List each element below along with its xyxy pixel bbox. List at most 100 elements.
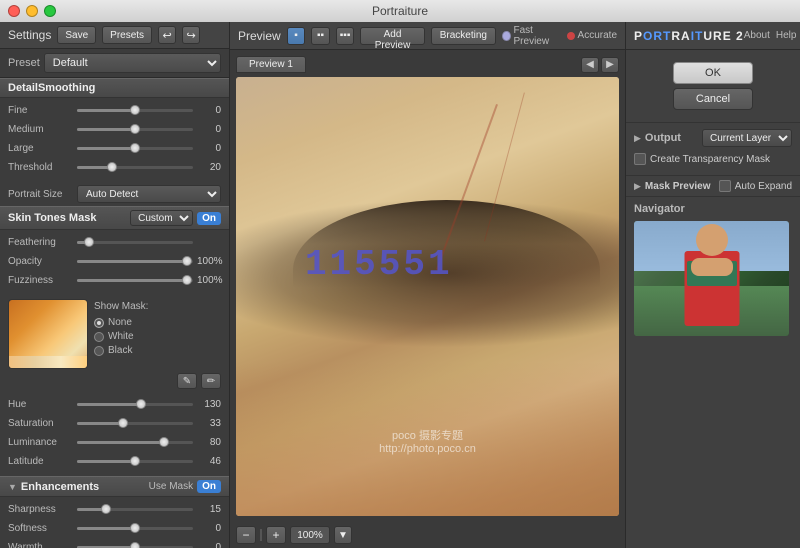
- mask-white-radio[interactable]: White: [94, 331, 148, 342]
- feathering-track[interactable]: [77, 241, 193, 244]
- fast-preview-option[interactable]: Fast Preview: [502, 25, 561, 47]
- watermark: poco 摄影专题 http://photo.poco.cn: [379, 427, 476, 455]
- preset-select[interactable]: Default: [44, 53, 221, 73]
- threshold-value: 20: [197, 162, 221, 173]
- large-track[interactable]: [77, 147, 193, 150]
- hue-track[interactable]: [77, 403, 193, 406]
- zoom-out-button[interactable]: −: [236, 526, 256, 544]
- fine-value: 0: [197, 105, 221, 116]
- latitude-track[interactable]: [77, 460, 193, 463]
- mask-black-radio[interactable]: Black: [94, 345, 148, 356]
- warmth-value: 0: [197, 542, 221, 548]
- single-view-button[interactable]: ▪: [287, 27, 306, 45]
- zoom-in-button[interactable]: +: [266, 526, 286, 544]
- luminance-track[interactable]: [77, 441, 193, 444]
- accurate-option[interactable]: Accurate: [567, 30, 617, 41]
- hue-label: Hue: [8, 399, 73, 410]
- overlay-text: 115551: [305, 244, 453, 285]
- next-arrow[interactable]: ▶: [601, 57, 619, 73]
- opacity-track[interactable]: [77, 260, 193, 263]
- output-label: Output: [645, 132, 698, 144]
- zoom-input[interactable]: [290, 526, 330, 544]
- eyedropper-row: ✎ ✏: [0, 373, 229, 392]
- medium-track[interactable]: [77, 128, 193, 131]
- portrait-size-select[interactable]: Auto Detect: [77, 185, 221, 203]
- hsl-content: Hue 130 Saturation 33 Luminance: [0, 392, 229, 476]
- fuzziness-slider-row: Fuzziness 100%: [8, 272, 221, 288]
- softness-label: Softness: [8, 523, 73, 534]
- preview-bottom: − + ▼: [230, 522, 625, 548]
- detail-smoothing-header: DetailSmoothing: [0, 78, 229, 98]
- fine-label: Fine: [8, 105, 73, 116]
- about-button[interactable]: About: [744, 30, 770, 41]
- enhancements-content: Sharpness 15 Softness 0 Warmth: [0, 497, 229, 548]
- threshold-track[interactable]: [77, 166, 193, 169]
- saturation-track[interactable]: [77, 422, 193, 425]
- skin-tones-preset-select[interactable]: Custom: [130, 210, 193, 226]
- minimize-button[interactable]: [26, 5, 38, 17]
- center-panel: Preview ▪ ▪▪ ▪▪▪ Add Preview Bracketing …: [230, 22, 625, 548]
- fuzziness-label: Fuzziness: [8, 275, 73, 286]
- fast-preview-label: Fast Preview: [514, 25, 561, 47]
- redo-button[interactable]: ↪: [182, 26, 200, 44]
- close-button[interactable]: [8, 5, 20, 17]
- portrait-size-label: Portrait Size: [8, 189, 73, 200]
- eyedropper-minus-button[interactable]: ✏: [201, 373, 221, 389]
- skin-tones-label: Skin Tones Mask: [8, 212, 126, 224]
- prev-arrow[interactable]: ◀: [581, 57, 599, 73]
- multi-view-button[interactable]: ▪▪▪: [336, 27, 355, 45]
- auto-expand-checkbox[interactable]: [719, 180, 731, 192]
- zoom-dropdown[interactable]: ▼: [334, 526, 352, 544]
- preview-tab-1[interactable]: Preview 1: [236, 56, 306, 73]
- accurate-label: Accurate: [578, 30, 617, 41]
- create-transparency-checkbox[interactable]: [634, 153, 646, 165]
- watermark-line2: http://photo.poco.cn: [379, 443, 476, 455]
- undo-button[interactable]: ↩: [158, 26, 176, 44]
- accurate-dot: [567, 32, 575, 40]
- maximize-button[interactable]: [44, 5, 56, 17]
- medium-label: Medium: [8, 124, 73, 135]
- main-layout: Settings Save Presets ↩ ↪ Preset Default…: [0, 22, 800, 548]
- right-panel: PORTRAITURE 2 About Help OK Cancel ▶ Out…: [625, 22, 800, 548]
- output-select[interactable]: Current Layer: [702, 129, 792, 147]
- color-swatch[interactable]: [8, 299, 88, 369]
- latitude-label: Latitude: [8, 456, 73, 467]
- luminance-slider-row: Luminance 80: [8, 434, 221, 450]
- softness-track[interactable]: [77, 527, 193, 530]
- hue-value: 130: [197, 399, 221, 410]
- fuzziness-track[interactable]: [77, 279, 193, 282]
- bracketing-button[interactable]: Bracketing: [431, 27, 496, 45]
- ok-button[interactable]: OK: [673, 62, 753, 84]
- ok-cancel-area: OK Cancel: [626, 50, 800, 122]
- enhancements-header: ▼ Enhancements Use Mask On: [0, 476, 229, 497]
- mask-black-dot: [94, 346, 104, 356]
- eyedropper-button[interactable]: ✎: [177, 373, 197, 389]
- saturation-label: Saturation: [8, 418, 73, 429]
- fuzziness-value: 100%: [197, 275, 221, 286]
- presets-button[interactable]: Presets: [102, 26, 152, 44]
- nav-head: [696, 224, 728, 256]
- save-button[interactable]: Save: [57, 26, 96, 44]
- split-view-button[interactable]: ▪▪: [311, 27, 330, 45]
- output-header: ▶ Output Current Layer: [634, 129, 792, 147]
- fine-track[interactable]: [77, 109, 193, 112]
- large-value: 0: [197, 143, 221, 154]
- help-button[interactable]: Help: [776, 30, 797, 41]
- title-bar: Portraiture: [0, 0, 800, 22]
- mask-none-dot: [94, 318, 104, 328]
- enhancements-label: Enhancements: [21, 481, 145, 493]
- mask-none-radio[interactable]: None: [94, 317, 148, 328]
- cancel-button[interactable]: Cancel: [673, 88, 753, 110]
- sharpness-value: 15: [197, 504, 221, 515]
- mask-black-label: Black: [108, 345, 132, 356]
- medium-value: 0: [197, 124, 221, 135]
- preview-image[interactable]: 115551 poco 摄影专题 http://photo.poco.cn: [236, 77, 619, 516]
- latitude-value: 46: [197, 456, 221, 467]
- navigator-thumbnail: [634, 221, 789, 336]
- sharpness-track[interactable]: [77, 508, 193, 511]
- show-mask-label: Show Mask:: [94, 301, 148, 312]
- color-picker-area: Show Mask: None White Black: [0, 295, 229, 373]
- opacity-slider-row: Opacity 100%: [8, 253, 221, 269]
- skin-tones-on-badge: On: [197, 212, 221, 225]
- add-preview-button[interactable]: Add Preview: [360, 27, 424, 45]
